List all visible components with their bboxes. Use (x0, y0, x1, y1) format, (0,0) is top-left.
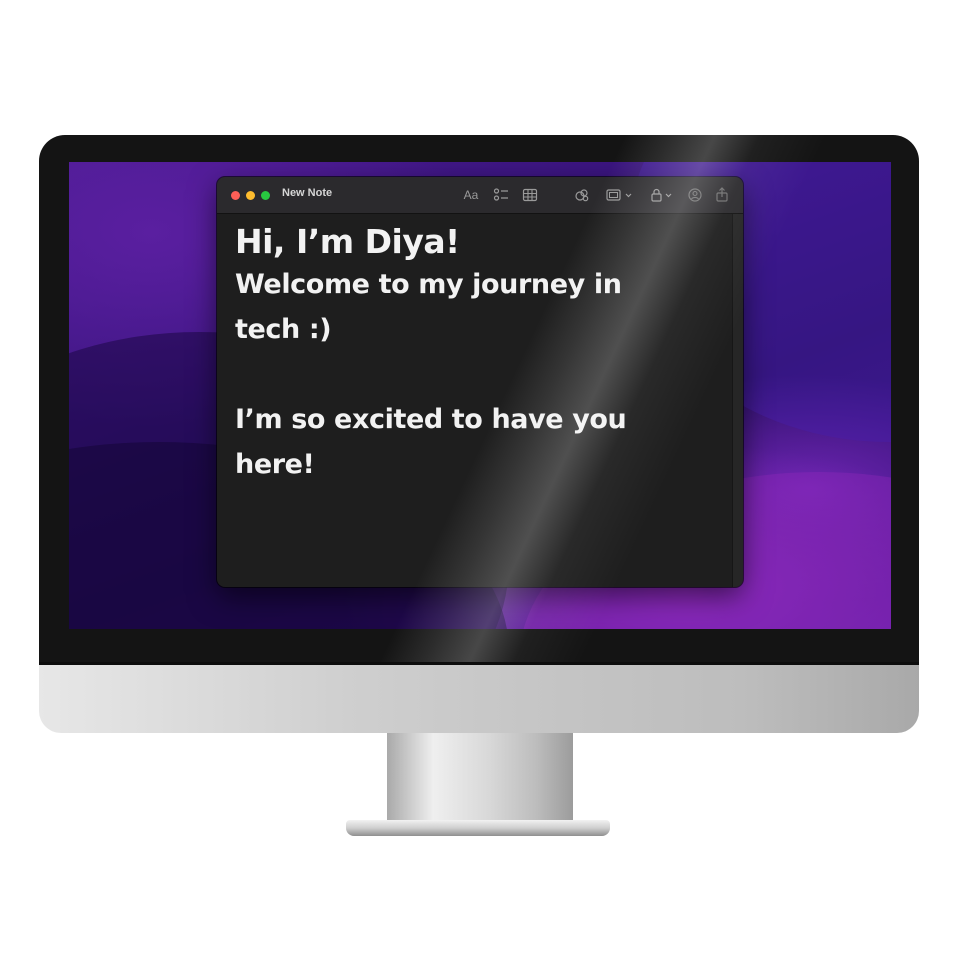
note-line: I’m so excited to have you (235, 404, 627, 435)
media-icon[interactable] (605, 186, 635, 204)
window-title: New Note (282, 187, 333, 199)
scrollbar[interactable] (732, 214, 743, 587)
monitor-stand (387, 733, 573, 825)
share-person-icon[interactable] (687, 186, 703, 204)
share-icon[interactable] (714, 186, 730, 204)
minimize-window-button[interactable] (246, 191, 255, 200)
zoom-window-button[interactable] (261, 191, 270, 200)
format-icon[interactable]: Aa (462, 186, 480, 204)
monitor-bezel: New Note Aa Hi, I’m Diya! Welcome to my … (39, 135, 919, 665)
imac-mockup: New Note Aa Hi, I’m Diya! Welcome to my … (0, 0, 957, 960)
note-line: tech :) (235, 314, 332, 345)
notes-window[interactable]: New Note Aa Hi, I’m Diya! Welcome to my … (217, 177, 743, 587)
collaborate-icon[interactable] (573, 186, 591, 204)
note-line: here! (235, 449, 315, 480)
monitor-stand-base (346, 820, 610, 836)
close-window-button[interactable] (231, 191, 240, 200)
lock-icon[interactable] (649, 186, 675, 204)
desktop-screen: New Note Aa Hi, I’m Diya! Welcome to my … (69, 162, 891, 629)
note-line: Welcome to my journey in (235, 269, 622, 300)
window-titlebar[interactable]: New Note Aa (217, 177, 743, 214)
table-icon[interactable] (522, 186, 538, 204)
note-heading: Hi, I’m Diya! (235, 222, 460, 261)
monitor-chin (39, 665, 919, 733)
note-content[interactable]: Hi, I’m Diya! Welcome to my journey in t… (235, 218, 715, 487)
checklist-icon[interactable] (493, 186, 509, 204)
